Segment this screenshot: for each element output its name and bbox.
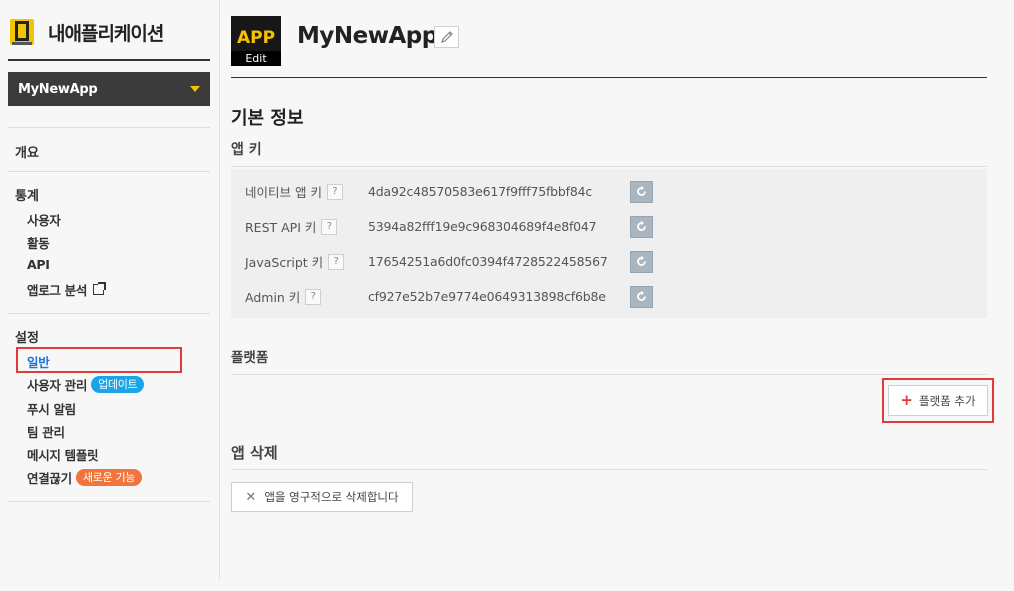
new-feature-badge: 새로운 기능 [75,469,143,486]
nav-item-push-notifications[interactable]: 푸시 알림 [27,399,76,418]
nav-item-label: 푸시 알림 [27,402,76,417]
app-keys-title: 앱 키 [231,142,262,158]
key-label: Admin 키? [245,287,322,306]
chevron-down-icon [190,86,200,92]
divider [8,171,210,172]
nav-item-message-templates[interactable]: 메시지 템플릿 [27,445,99,464]
nav-item-label: 사용자 관리 [27,378,88,393]
key-label: 네이티브 앱 키? [245,182,343,201]
nav-item-label: 앱로그 분석 [27,283,88,298]
help-icon[interactable]: ? [321,218,338,235]
delete-app-title: 앱 삭제 [231,444,278,462]
app-keys-table: 네이티브 앱 키? 4da92c48570583e617f9fff75fbbf8… [231,169,987,318]
brand-title: 내애플리케이션 [48,22,164,45]
nav-item-app-log-analysis[interactable]: 앱로그 분석 [27,280,107,299]
page-title: MyNewApp [297,23,438,49]
key-label-text: Admin 키 [245,290,301,305]
nav-item-label: 일반 [27,355,50,370]
refresh-icon [637,220,646,231]
key-value: 5394a82fff19e9c968304689f4e8f047 [368,219,597,234]
add-platform-button[interactable]: + 플랫폼 추가 [888,385,988,416]
key-label: REST API 키? [245,217,338,236]
regenerate-key-button[interactable] [630,250,653,273]
key-row: 네이티브 앱 키? 4da92c48570583e617f9fff75fbbf8… [231,174,987,209]
nav-item-api[interactable]: API [27,257,50,272]
help-icon[interactable]: ? [328,253,345,270]
regenerate-key-button[interactable] [630,180,653,203]
nav-item-users[interactable]: 사용자 [27,210,61,229]
regenerate-key-button[interactable] [630,215,653,238]
update-badge: 업데이트 [91,376,145,393]
refresh-icon [637,255,646,266]
divider [8,59,210,61]
key-label-text: JavaScript 키 [245,255,324,270]
nav-item-label: 사용자 [27,213,61,228]
divider [231,374,987,375]
refresh-icon [637,185,646,196]
nav-item-label: 연결끊기 [27,471,72,486]
platform-title: 플랫폼 [231,350,269,366]
divider [8,127,210,128]
key-row: JavaScript 키? 17654251a6d0fc0394f4728522… [231,244,987,279]
key-value: 4da92c48570583e617f9fff75fbbf84c [368,184,593,199]
pencil-icon [440,31,453,43]
help-icon[interactable]: ? [326,183,343,200]
nav-item-label: 메시지 템플릿 [27,448,99,463]
nav-item-label: 활동 [27,236,50,251]
nav-item-activity[interactable]: 활동 [27,233,50,252]
divider [231,77,987,78]
edit-app-name-button[interactable] [434,26,459,48]
nav-stats-heading: 통계 [15,189,39,204]
app-logo-icon [8,17,38,47]
nav-item-general[interactable]: 일반 [27,352,50,371]
key-value: 17654251a6d0fc0394f4728522458567 [368,254,608,269]
nav-item-team-management[interactable]: 팀 관리 [27,422,65,441]
refresh-icon [637,290,646,301]
key-label: JavaScript 키? [245,252,345,271]
key-value: cf927e52b7e9774e0649313898cf6b8e [368,289,606,304]
basic-info-title: 기본 정보 [231,108,304,129]
app-icon-edit-label: Edit [231,51,281,66]
key-row: Admin 키? cf927e52b7e9774e0649313898cf6b8… [231,279,987,314]
nav-item-user-management[interactable]: 사용자 관리 업데이트 [27,375,145,394]
nav-item-label: API [27,257,50,272]
app-icon-text: APP [236,28,276,48]
app-selector-value: MyNewApp [18,81,98,97]
divider [8,313,210,314]
brand: 내애플리케이션 [8,17,164,47]
divider [231,166,987,167]
key-label-text: 네이티브 앱 키 [245,185,322,200]
nav-overview[interactable]: 개요 [15,142,39,161]
help-icon[interactable]: ? [305,288,322,305]
divider [231,469,987,470]
nav-item-label: 팀 관리 [27,425,65,440]
app-icon-edit-button[interactable]: APP Edit [231,16,281,66]
app-selector-dropdown[interactable]: MyNewApp [8,72,210,106]
key-label-text: REST API 키 [245,220,317,235]
divider [8,501,210,502]
plus-icon: + [900,391,913,409]
regenerate-key-button[interactable] [630,285,653,308]
key-row: REST API 키? 5394a82fff19e9c968304689f4e8… [231,209,987,244]
sidebar: 내애플리케이션 MyNewApp 개요 통계 사용자 활동 API 앱로그 분석… [0,0,220,580]
delete-app-label: 앱을 영구적으로 삭제합니다 [264,490,399,504]
nav-item-unlink[interactable]: 연결끊기 새로운 기능 [27,468,143,487]
add-platform-label: 플랫폼 추가 [919,393,976,408]
external-link-icon [93,282,107,295]
close-icon: ✕ [245,489,257,505]
nav-settings-heading: 설정 [15,331,39,346]
delete-app-button[interactable]: ✕ 앱을 영구적으로 삭제합니다 [231,482,413,512]
